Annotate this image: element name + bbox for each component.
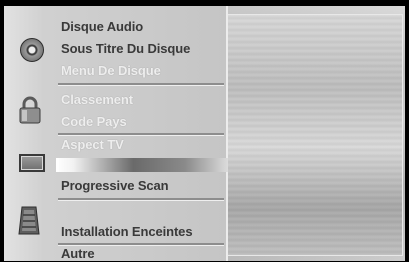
disc-icon bbox=[20, 38, 44, 62]
menu-item-disque-audio[interactable]: Disque Audio bbox=[61, 19, 143, 34]
menu-item-sous-titre[interactable]: Sous Titre Du Disque bbox=[61, 41, 190, 56]
menu-item-installation-enceintes[interactable]: Installation Enceintes bbox=[61, 224, 193, 239]
menu-item-menu-de-disque[interactable]: Menu De Disque bbox=[61, 63, 161, 78]
menu-item-autre[interactable]: Autre bbox=[61, 246, 95, 261]
group-separator bbox=[58, 133, 224, 136]
menu-item-code-pays[interactable]: Code Pays bbox=[61, 114, 127, 129]
setup-screen: Disque Audio Sous Titre Du Disque Menu D… bbox=[0, 0, 409, 262]
selection-cursor bbox=[56, 158, 59, 172]
group-separator bbox=[58, 83, 224, 86]
lock-icon bbox=[18, 96, 42, 124]
selection-highlight bbox=[56, 158, 228, 172]
menu-item-aspect-tv[interactable]: Aspect TV bbox=[61, 137, 124, 152]
options-pane bbox=[228, 14, 403, 256]
menu-item-progressive-scan[interactable]: Progressive Scan bbox=[61, 178, 169, 193]
group-separator bbox=[58, 198, 224, 201]
tv-screen-icon bbox=[19, 154, 45, 172]
menu-item-classement[interactable]: Classement bbox=[61, 92, 133, 107]
speaker-icon bbox=[18, 206, 40, 236]
